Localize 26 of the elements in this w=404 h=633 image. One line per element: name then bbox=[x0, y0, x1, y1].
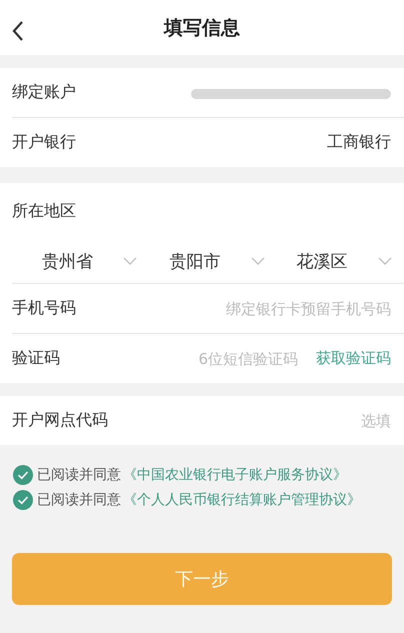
checkbox-checked-icon[interactable] bbox=[13, 465, 33, 485]
field-label: 开户银行 bbox=[12, 132, 76, 153]
next-step-button[interactable]: 下一步 bbox=[12, 553, 392, 605]
chevron-down-icon bbox=[123, 257, 138, 265]
checkbox-checked-icon[interactable] bbox=[13, 490, 33, 510]
chevron-down-icon bbox=[250, 257, 265, 265]
field-value: 工商银行 bbox=[327, 132, 391, 153]
agreement-link[interactable]: 《个人人民币银行结算账户管理协议》 bbox=[123, 491, 361, 509]
branch-code-input[interactable]: 选填 bbox=[181, 412, 391, 430]
agreement-text: 已阅读并同意 bbox=[37, 466, 121, 484]
field-label: 验证码 bbox=[12, 348, 60, 369]
agreement-link[interactable]: 《中国农业银行电子账户服务协议》 bbox=[123, 466, 347, 484]
region-select[interactable]: 贵州省 bbox=[12, 250, 150, 272]
field-label: 手机号码 bbox=[12, 298, 76, 319]
region-select[interactable]: 贵阳市 bbox=[149, 250, 277, 272]
field-label: 开户网点代码 bbox=[12, 410, 108, 431]
field-label: 绑定账户 bbox=[12, 82, 76, 103]
get-code-link[interactable]: 获取验证码 bbox=[316, 349, 391, 368]
agreement-text: 已阅读并同意 bbox=[37, 491, 121, 509]
page-title: 填写信息 bbox=[164, 16, 240, 40]
code-input[interactable]: 6位短信验证码 bbox=[168, 350, 298, 368]
chevron-down-icon bbox=[378, 257, 392, 265]
field-label: 所在地区 bbox=[12, 200, 76, 222]
region-select[interactable]: 花溪区 bbox=[276, 250, 404, 272]
phone-input[interactable]: 绑定银行卡预留手机号码 bbox=[181, 300, 391, 318]
back-icon[interactable] bbox=[12, 21, 24, 41]
